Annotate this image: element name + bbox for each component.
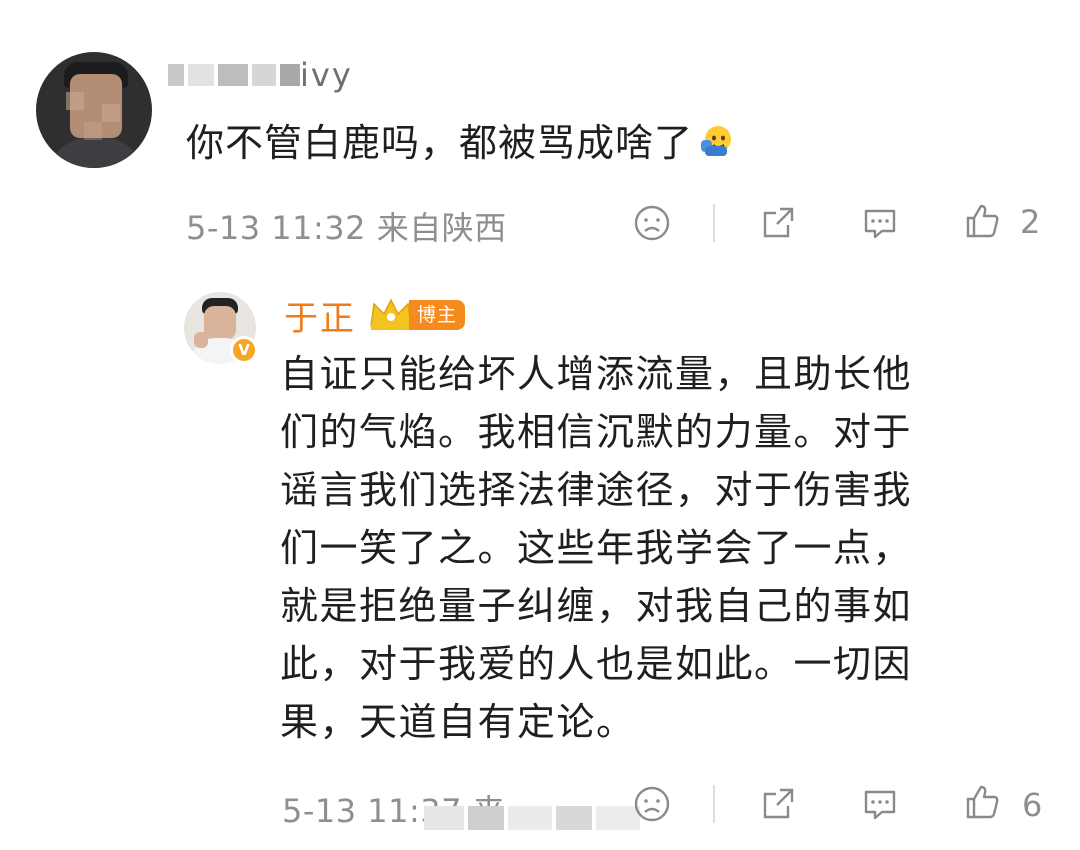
- commenter-name[interactable]: ivy: [300, 56, 353, 94]
- share-icon[interactable]: [756, 201, 800, 245]
- share-icon[interactable]: [756, 782, 800, 826]
- reply-line: 就是拒绝量子纠缠，对我自己的事如: [280, 584, 913, 628]
- commenter-avatar[interactable]: [36, 52, 152, 168]
- reply-line: 自证只能给坏人增添流量，且助长他: [280, 352, 913, 396]
- blogger-badge: 博主: [409, 300, 466, 330]
- thumbs-up-icon[interactable]: [960, 780, 1004, 824]
- reply-line: 谣言我们选择法律途径，对于伤害我: [280, 468, 913, 512]
- reply-line: 此，对于我爱的人也是如此。一切因: [280, 642, 913, 686]
- frown-face-icon[interactable]: [630, 201, 674, 245]
- verified-badge: V: [230, 336, 258, 364]
- thumbs-up-icon[interactable]: [960, 199, 1004, 243]
- divider: [713, 204, 715, 242]
- reply-line: 们一笑了之。这些年我学会了一点，: [280, 526, 913, 570]
- comment-text: 你不管白鹿吗，都被骂成啥了: [186, 112, 733, 167]
- comment-bubble-icon[interactable]: [858, 782, 902, 826]
- author-name[interactable]: 于正: [284, 291, 356, 340]
- comment-text-content: 你不管白鹿吗，都被骂成啥了: [186, 121, 694, 165]
- crown-icon: [368, 296, 414, 332]
- reply-line: 果，天道自有定论。: [280, 700, 636, 744]
- reply-line: 们的气焰。我相信沉默的力量。对于: [280, 410, 913, 454]
- comment-like-count: 2: [1020, 203, 1041, 241]
- watermark-mosaic: [424, 798, 654, 838]
- comment-bubble-icon[interactable]: [858, 201, 902, 245]
- divider: [713, 785, 715, 823]
- weibo-comment-thread: ivy 你不管白鹿吗，都被骂成啥了 5-13 11:32 来自陕西 2 V 于正…: [0, 0, 1080, 850]
- comment-meta: 5-13 11:32 来自陕西: [186, 209, 507, 247]
- reply-like-count: 6: [1022, 786, 1043, 824]
- reply-text: 自证只能给坏人增添流量，且助长他 们的气焰。我相信沉默的力量。对于 谣言我们选择…: [280, 345, 1010, 751]
- frown-face-icon[interactable]: [630, 782, 674, 826]
- facepalm-emoji: [699, 123, 733, 157]
